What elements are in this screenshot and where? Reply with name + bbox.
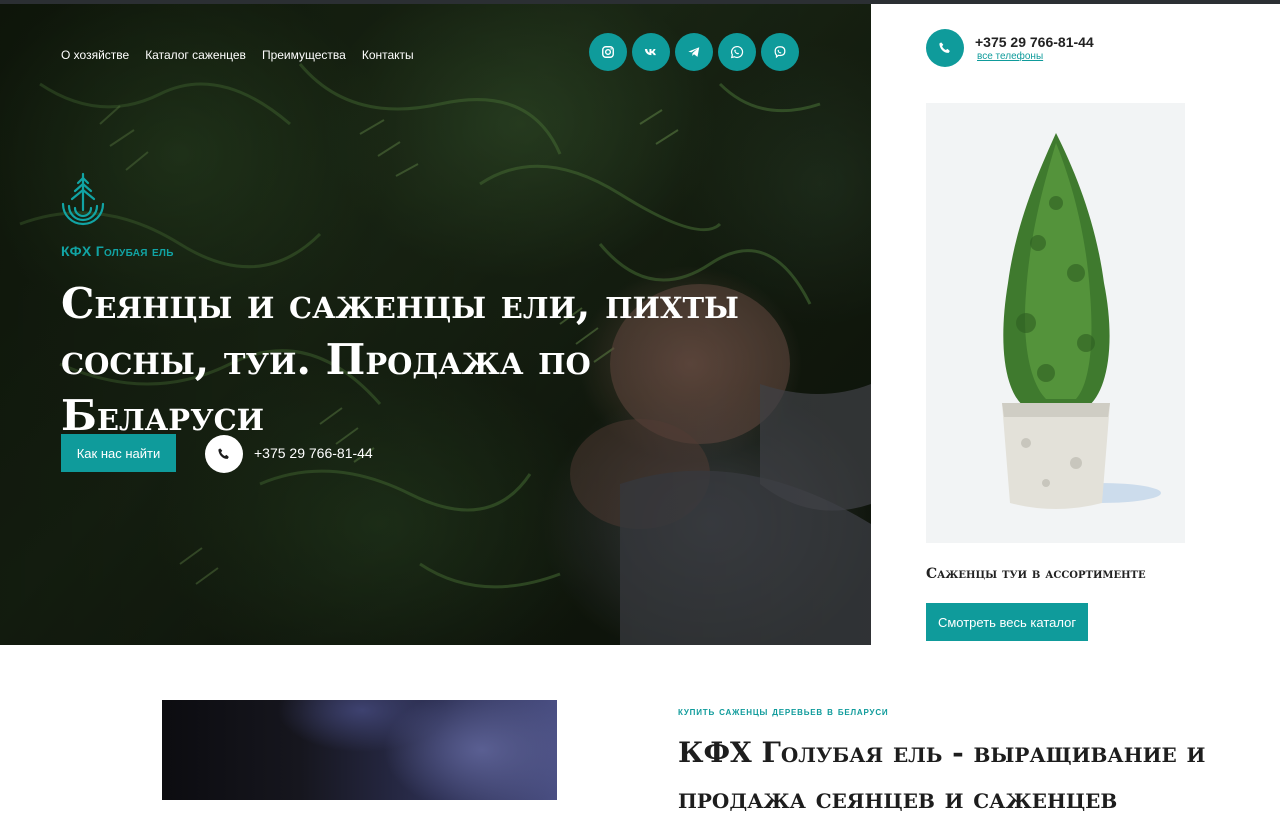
main-nav: О хозяйстве Каталог саженцев Преимуществ…: [61, 48, 414, 62]
whatsapp-button[interactable]: [718, 33, 756, 71]
find-us-button[interactable]: Как нас найти: [61, 434, 176, 472]
phone-icon: [939, 42, 950, 53]
phone-icon: [218, 448, 229, 459]
view-catalog-button[interactable]: Смотреть весь каталог: [926, 603, 1088, 641]
telegram-button[interactable]: [675, 33, 713, 71]
viber-icon: [774, 46, 786, 59]
brand-name: КФХ Голубая ель: [61, 243, 174, 259]
product-image: [926, 103, 1185, 543]
product-caption: Саженцы туи в ассортименте: [926, 566, 1146, 582]
header-phone-button[interactable]: [926, 29, 964, 67]
thuja-tree-image: [1002, 133, 1161, 509]
instagram-icon: [602, 46, 614, 58]
header-phone-number[interactable]: +375 29 766-81-44: [975, 34, 1094, 50]
section-title: КФХ Голубая ель - выращивание и продажа …: [678, 736, 1206, 815]
hero-section: О хозяйстве Каталог саженцев Преимуществ…: [0, 4, 871, 645]
hero-title: Сеянцы и саженцы ели, пихты сосны, туи. …: [61, 279, 739, 440]
viber-button[interactable]: [761, 33, 799, 71]
nav-item-catalog[interactable]: Каталог саженцев: [145, 48, 246, 62]
logo-icon: [61, 172, 105, 226]
nav-item-about[interactable]: О хозяйстве: [61, 48, 129, 62]
whatsapp-icon: [730, 45, 744, 59]
hero-phone-button[interactable]: [205, 435, 243, 473]
vk-icon: [644, 48, 656, 56]
window-top-bar: [0, 0, 1280, 4]
about-image: [162, 700, 557, 800]
nav-item-contacts[interactable]: Контакты: [362, 48, 414, 62]
social-links: [589, 33, 799, 71]
all-phones-link[interactable]: все телефоны: [977, 51, 1043, 62]
nav-item-advantages[interactable]: Преимущества: [262, 48, 346, 62]
instagram-button[interactable]: [589, 33, 627, 71]
hero-phone-number[interactable]: +375 29 766-81-44: [254, 445, 373, 461]
telegram-icon: [688, 47, 700, 57]
vk-button[interactable]: [632, 33, 670, 71]
section-eyebrow: купить саженцы деревьев в беларуси: [678, 704, 889, 718]
